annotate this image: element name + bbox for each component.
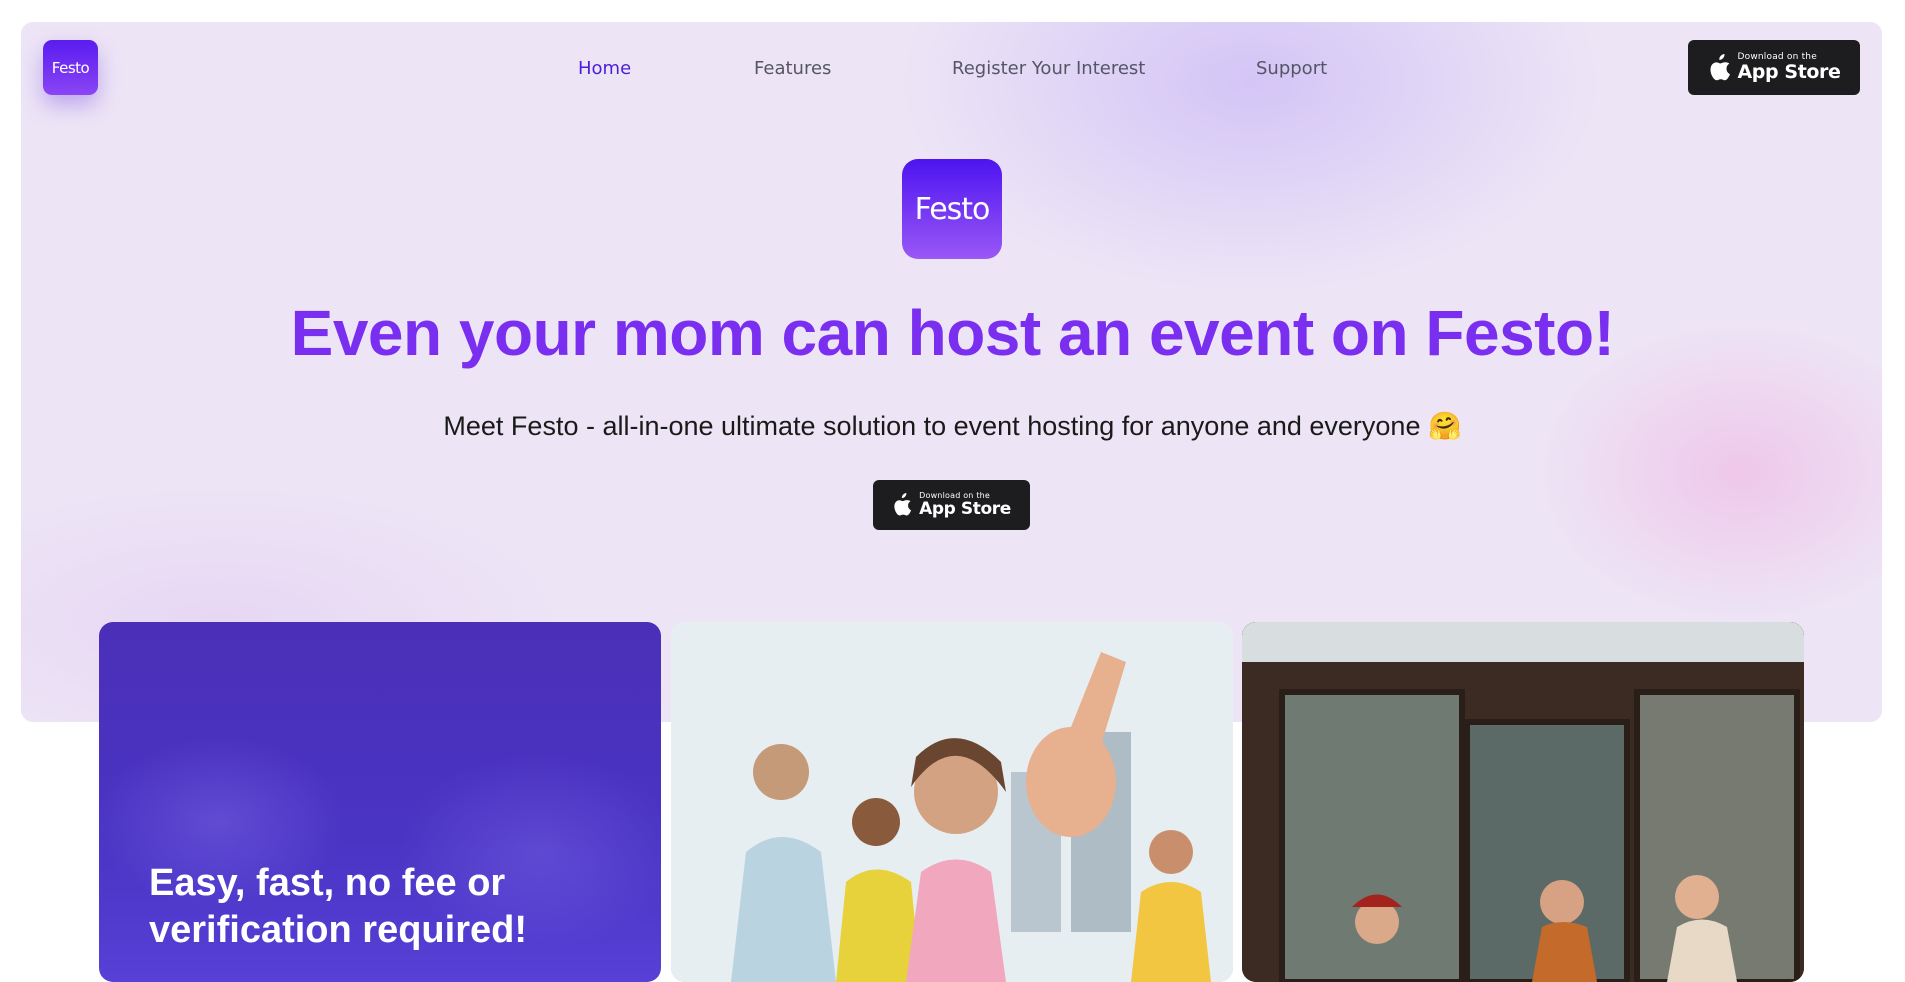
outdoor-gathering-photo (1242, 622, 1804, 982)
hero-app-logo: Festo (902, 159, 1002, 259)
nav-item-register-interest[interactable]: Register Your Interest (952, 58, 1145, 79)
hero-headline: Even your mom can host an event on Festo… (290, 297, 1615, 369)
hero-subheadline: Meet Festo - all-in-one ultimate solutio… (443, 411, 1462, 441)
header-app-store-button[interactable]: Download on the App Store (1688, 40, 1860, 95)
hero-section (21, 22, 1882, 722)
main-nav: Home Features Register Your Interest Sup… (0, 58, 1905, 82)
nav-item-home[interactable]: Home (578, 58, 631, 79)
apple-icon (894, 493, 912, 516)
hero-app-store-button[interactable]: Download on the App Store (873, 480, 1030, 530)
hero-logo-text: Festo (914, 191, 991, 227)
nav-item-support[interactable]: Support (1256, 58, 1327, 79)
feature-card-easy: Easy, fast, no fee or verification requi… (99, 622, 661, 982)
badge-line2: App Store (919, 499, 1011, 519)
nav-item-features[interactable]: Features (754, 58, 831, 79)
badge-line2: App Store (1737, 61, 1841, 83)
party-photo-illustration (671, 622, 1233, 982)
party-friends-photo (671, 622, 1233, 982)
outdoor-photo-illustration (1242, 622, 1804, 982)
apple-icon (1710, 53, 1730, 80)
feature-card-title: Easy, fast, no fee or verification requi… (149, 862, 527, 951)
